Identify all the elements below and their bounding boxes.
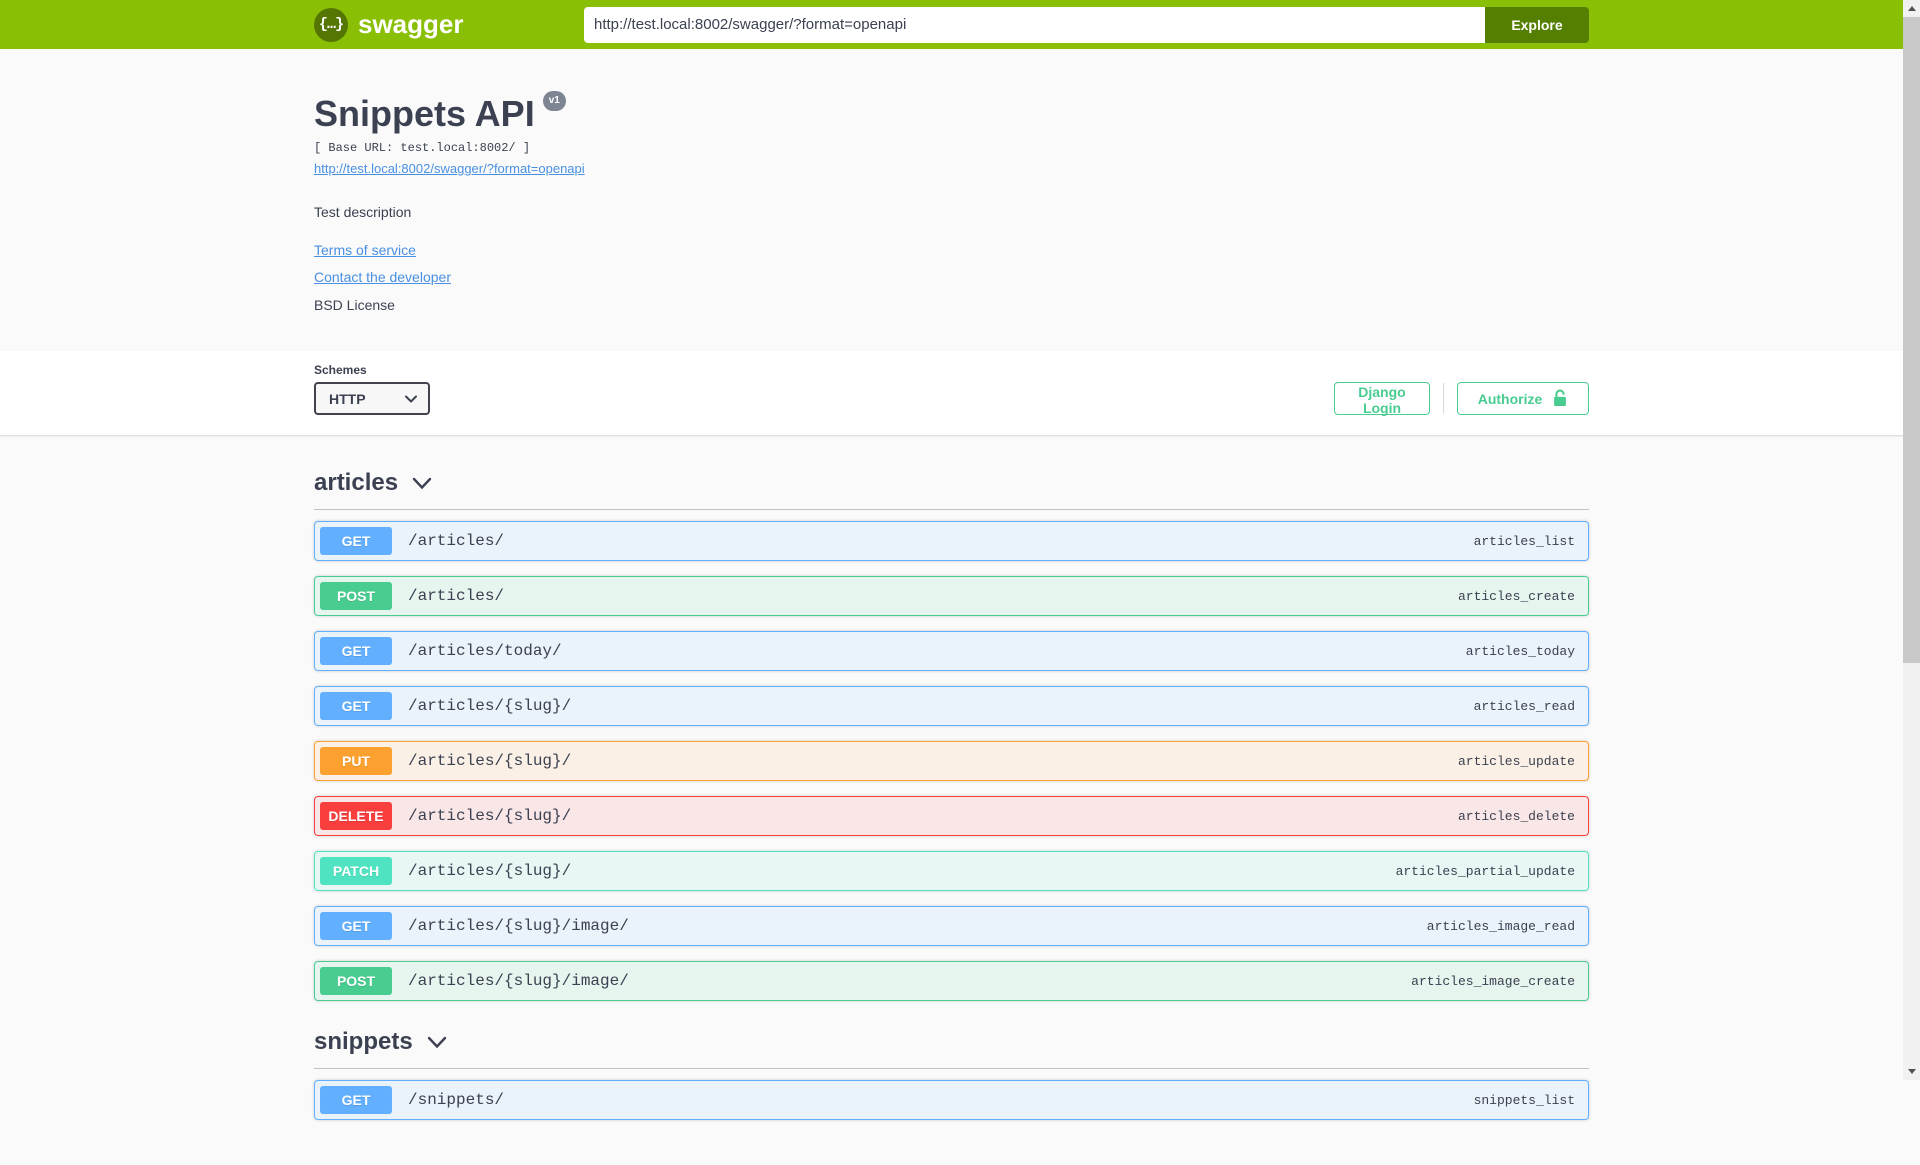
method-badge: GET: [320, 692, 392, 721]
api-info-section: Snippets API v1 [ Base URL: test.local:8…: [0, 49, 1920, 352]
spec-url-form: Explore: [584, 6, 1589, 43]
schemes-block: Schemes HTTP: [314, 363, 430, 416]
operation-path: /articles/: [408, 587, 505, 606]
operation-row[interactable]: GET /articles/{slug}/ articles_read: [314, 686, 1589, 727]
method-badge: DELETE: [320, 802, 392, 831]
terms-of-service-link[interactable]: Terms of service: [314, 242, 416, 258]
method-badge: POST: [320, 967, 392, 996]
auth-wrapper: Django Login Authorize: [1334, 382, 1589, 416]
api-section: articles GET /articles/ articles_list PO…: [314, 457, 1589, 1002]
operation-id: articles_today: [1465, 643, 1575, 659]
operation-row[interactable]: GET /articles/today/ articles_today: [314, 631, 1589, 672]
scrollbar-down-arrow-icon[interactable]: [1903, 1063, 1920, 1080]
method-badge: GET: [320, 527, 392, 556]
spec-link[interactable]: http://test.local:8002/swagger/?format=o…: [314, 161, 585, 176]
operation-list: GET /snippets/ snippets_list: [314, 1080, 1589, 1121]
auth-divider: [1443, 383, 1444, 415]
contact-developer-link[interactable]: Contact the developer: [314, 269, 451, 285]
topbar: {…} swagger Explore: [0, 0, 1920, 49]
operation-id: articles_image_create: [1411, 973, 1575, 989]
api-description: Test description: [314, 204, 412, 221]
vertical-scrollbar[interactable]: [1903, 0, 1920, 1080]
page-title: Snippets API v1: [314, 91, 1589, 134]
spec-url-input[interactable]: [584, 6, 1485, 43]
operation-row[interactable]: POST /articles/ articles_create: [314, 576, 1589, 617]
operation-path: /articles/{slug}/image/: [408, 917, 629, 936]
swagger-logo: {…} swagger: [314, 7, 464, 42]
operation-id: articles_list: [1473, 533, 1575, 549]
method-badge: PUT: [320, 747, 392, 776]
operation-id: snippets_list: [1473, 1092, 1575, 1108]
operation-row[interactable]: GET /articles/{slug}/image/ articles_ima…: [314, 906, 1589, 947]
scheme-selected-value: HTTP: [329, 390, 366, 407]
section-header-snippets[interactable]: snippets: [314, 1016, 1589, 1070]
operation-row[interactable]: PATCH /articles/{slug}/ articles_partial…: [314, 851, 1589, 892]
authorize-button-label: Authorize: [1477, 390, 1543, 407]
method-badge: GET: [320, 912, 392, 941]
section-chevron-down-icon: [427, 1036, 446, 1049]
authorize-button[interactable]: Authorize: [1457, 382, 1589, 416]
scrollbar-thumb[interactable]: [1903, 17, 1920, 663]
operation-id: articles_image_read: [1426, 918, 1575, 934]
operation-path: /articles/{slug}/: [408, 697, 572, 716]
operations-area: articles GET /articles/ articles_list PO…: [314, 435, 1589, 1165]
operation-id: articles_update: [1457, 753, 1575, 769]
section-chevron-down-icon: [412, 477, 432, 490]
method-badge: GET: [320, 1086, 392, 1115]
license-text: BSD License: [314, 297, 395, 314]
operation-row[interactable]: PUT /articles/{slug}/ articles_update: [314, 741, 1589, 782]
operation-id: articles_partial_update: [1395, 863, 1575, 879]
swagger-braces-icon: {…}: [314, 7, 348, 42]
method-badge: GET: [320, 637, 392, 666]
api-section: snippets GET /snippets/ snippets_list: [314, 1016, 1589, 1121]
version-badge: v1: [542, 91, 566, 111]
schemes-label: Schemes: [314, 363, 367, 378]
operation-row[interactable]: GET /articles/ articles_list: [314, 521, 1589, 562]
swagger-logo-text: swagger: [358, 9, 464, 39]
section-title: snippets: [314, 1028, 413, 1056]
base-url-text: [ Base URL: test.local:8002/ ]: [314, 141, 531, 156]
scheme-select[interactable]: HTTP: [314, 382, 430, 416]
api-title-text: Snippets API: [314, 93, 535, 134]
operation-row[interactable]: DELETE /articles/{slug}/ articles_delete: [314, 796, 1589, 837]
section-header-articles[interactable]: articles: [314, 457, 1589, 511]
operation-id: articles_delete: [1457, 808, 1575, 824]
method-badge: POST: [320, 582, 392, 611]
operation-row[interactable]: GET /snippets/ snippets_list: [314, 1080, 1589, 1121]
operation-path: /articles/{slug}/: [408, 807, 572, 826]
select-chevron-down-icon: [405, 395, 417, 403]
operation-path: /articles/{slug}/: [408, 752, 572, 771]
unlocked-padlock-icon: [1554, 389, 1567, 407]
operation-path: /snippets/: [408, 1091, 505, 1110]
operation-path: /articles/today/: [408, 642, 562, 661]
operation-id: articles_read: [1473, 698, 1575, 714]
django-login-button[interactable]: Django Login: [1334, 382, 1430, 416]
operation-path: /articles/{slug}/: [408, 862, 572, 881]
scrollbar-up-arrow-icon[interactable]: [1903, 0, 1920, 17]
operation-row[interactable]: POST /articles/{slug}/image/ articles_im…: [314, 961, 1589, 1002]
explore-button[interactable]: Explore: [1485, 6, 1589, 43]
method-badge: PATCH: [320, 857, 392, 886]
scheme-bar: Schemes HTTP Django Login Authorize: [0, 351, 1920, 436]
operation-path: /articles/{slug}/image/: [408, 972, 629, 991]
section-title: articles: [314, 469, 399, 497]
operation-list: GET /articles/ articles_list POST /artic…: [314, 521, 1589, 1002]
operation-id: articles_create: [1457, 588, 1575, 604]
operation-path: /articles/: [408, 532, 505, 551]
